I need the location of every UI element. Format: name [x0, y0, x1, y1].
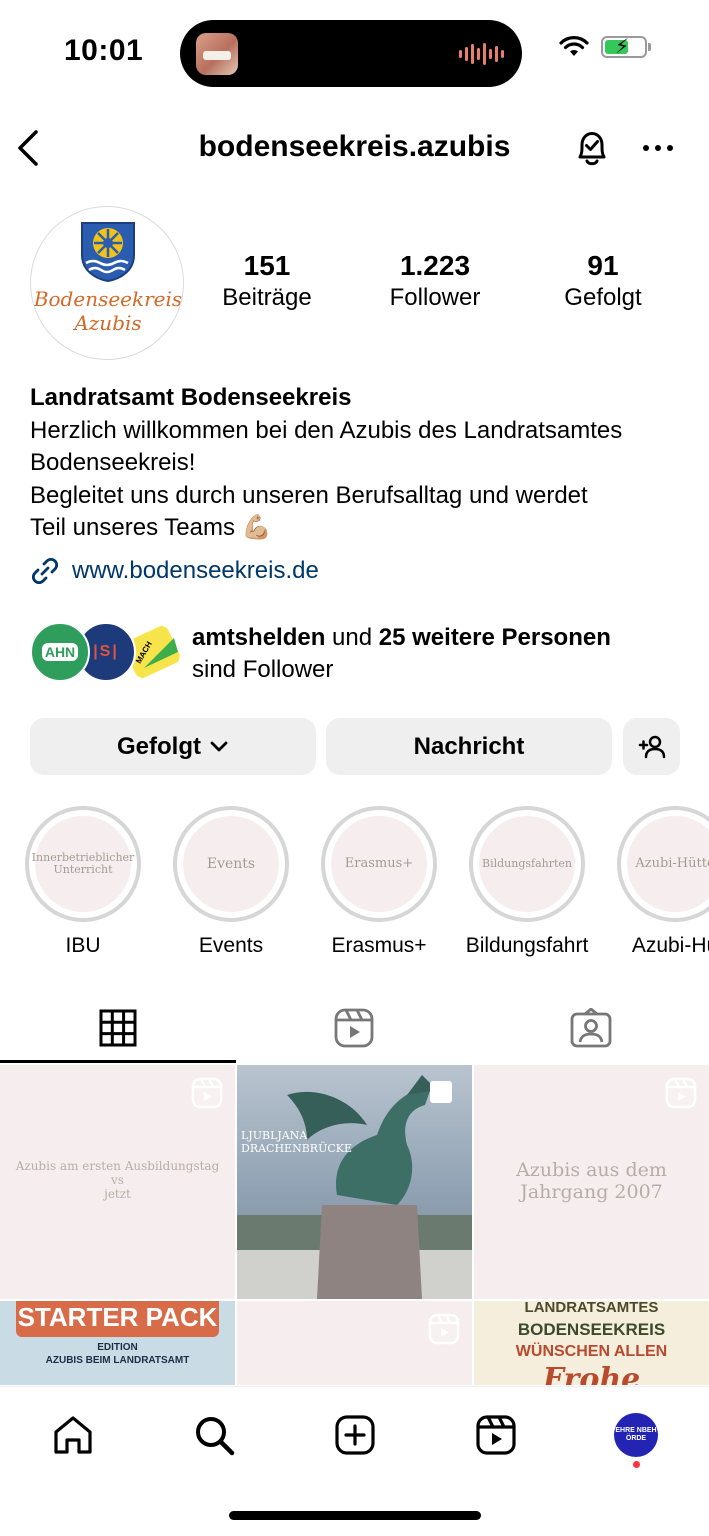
post-caption: Azubis am ersten Ausbildungstag vs jetzt [15, 1159, 220, 1201]
highlight-events[interactable]: Events Events [156, 806, 306, 958]
starter-pack-banner: STARTER PACK [16, 1301, 219, 1337]
tab-reels[interactable] [236, 992, 472, 1064]
profile-tabs [0, 992, 709, 1064]
notification-dot [633, 1461, 640, 1468]
profile-avatar[interactable]: Bodenseekreis Azubis [30, 206, 184, 360]
followed-by-section[interactable]: AHN |S| MACH amtshelden und 25 weitere P… [30, 622, 700, 686]
post-tile[interactable]: Azubis aus dem Jahrgang 2007 [474, 1065, 709, 1299]
status-bar: 10:01 ⚡ [0, 0, 709, 100]
highlight-erasmus[interactable]: Erasmus+ Erasmus+ [304, 806, 454, 958]
active-tab-indicator [0, 1060, 236, 1063]
message-button[interactable]: Nachricht [326, 718, 612, 775]
now-playing-thumbnail [196, 33, 238, 75]
nav-home[interactable] [47, 1409, 99, 1461]
bell-check-icon [578, 132, 606, 166]
highlight-ibu[interactable]: Innerbetrieblicher Unterricht IBU [8, 806, 158, 958]
avatar-brand-subtext: Azubis [74, 311, 142, 335]
post-tile[interactable]: LJUBLJANA DRACHENBRÜCKE [237, 1065, 472, 1299]
profile-avatar-small: EHRE NBEH ÖRDE [614, 1413, 658, 1457]
post-tile[interactable]: STARTER PACK EDITION AZUBIS BEIM LANDRAT… [0, 1301, 235, 1385]
profile-header: bodenseekreis.azubis [0, 110, 709, 182]
nav-search[interactable] [188, 1409, 240, 1461]
following-count[interactable]: 91 Gefolgt [528, 250, 678, 312]
story-highlights: Innerbetrieblicher Unterricht IBU Events… [0, 806, 709, 966]
bio-line: Herzlich willkommen bei den Azubis des L… [30, 416, 623, 444]
suggested-people-button[interactable] [623, 718, 680, 775]
reel-badge-icon [665, 1077, 697, 1109]
dynamic-island[interactable] [180, 20, 522, 87]
coat-of-arms-logo [81, 222, 135, 283]
profile-website-link[interactable]: www.bodenseekreis.de [30, 556, 319, 586]
post-caption: EDITION AZUBIS BEIM LANDRATSAMT [45, 1342, 190, 1366]
post-tile[interactable]: LANDRATSAMTES BODENSEEKREIS WÜNSCHEN ALL… [474, 1301, 709, 1385]
highlight-bildungsfahrt[interactable]: Bildungsfahrten Bildungsfahrt [452, 806, 602, 958]
chevron-down-icon [210, 741, 228, 751]
profile-display-name: Landratsamt Bodenseekreis [30, 384, 352, 411]
avatar-brand-text: Bodenseekreis [33, 287, 183, 311]
highlight-azubi-huette[interactable]: Azubi-Hütte Azubi-Hü [600, 806, 709, 958]
post-caption: Azubis aus dem Jahrgang 2007 [516, 1159, 667, 1203]
nav-profile[interactable]: EHRE NBEH ÖRDE [610, 1409, 662, 1461]
grid-icon [99, 1009, 137, 1047]
status-icons: ⚡ [559, 36, 651, 58]
following-button[interactable]: Gefolgt [30, 718, 316, 775]
more-horizontal-icon [643, 145, 673, 151]
add-person-icon [638, 735, 665, 758]
post-tile[interactable]: Azubis am ersten Ausbildungstag vs jetzt [0, 1065, 235, 1299]
follower-avatar: AHN [30, 622, 90, 682]
bio-line: Begleitet uns durch unseren Berufsalltag… [30, 481, 588, 509]
posts-grid: Azubis am ersten Ausbildungstag vs jetzt… [0, 1065, 709, 1385]
audio-waveform-icon [459, 42, 504, 66]
battery-icon: ⚡ [601, 36, 651, 58]
status-time: 10:01 [64, 34, 144, 67]
reels-icon [334, 1008, 374, 1048]
notifications-button[interactable] [570, 126, 614, 175]
reel-badge-icon [191, 1077, 223, 1109]
nav-reels[interactable] [470, 1409, 522, 1461]
reel-badge-icon [428, 1313, 460, 1345]
post-caption: LJUBLJANA DRACHENBRÜCKE [241, 1129, 353, 1155]
search-icon [196, 1417, 235, 1456]
more-options-button[interactable] [640, 130, 676, 171]
home-indicator[interactable] [229, 1511, 481, 1520]
post-caption: LANDRATSAMTES BODENSEEKREIS WÜNSCHEN ALL… [515, 1301, 668, 1385]
bio-line: Bodenseekreis! [30, 449, 196, 476]
post-tile[interactable] [237, 1301, 472, 1385]
wifi-icon [559, 36, 589, 56]
followers-count[interactable]: 1.223 Follower [360, 250, 510, 312]
home-icon [54, 1416, 92, 1454]
tagged-person-icon [570, 1008, 612, 1048]
followed-by-text: amtshelden und 25 weitere Personen sind … [192, 624, 611, 683]
link-icon [31, 557, 59, 585]
tab-posts-grid[interactable] [0, 992, 236, 1064]
carousel-badge-icon [430, 1081, 452, 1103]
add-post-icon [335, 1415, 375, 1455]
profile-actions: Gefolgt Nachricht [30, 718, 682, 775]
reels-icon [476, 1415, 516, 1455]
tab-tagged[interactable] [473, 992, 709, 1064]
nav-create[interactable] [329, 1409, 381, 1461]
bio-line: Teil unseres Teams 💪🏼 [30, 514, 272, 541]
profile-bio: Landratsamt Bodenseekreis Herzlich willk… [30, 382, 690, 545]
posts-count[interactable]: 151 Beiträge [192, 250, 342, 312]
